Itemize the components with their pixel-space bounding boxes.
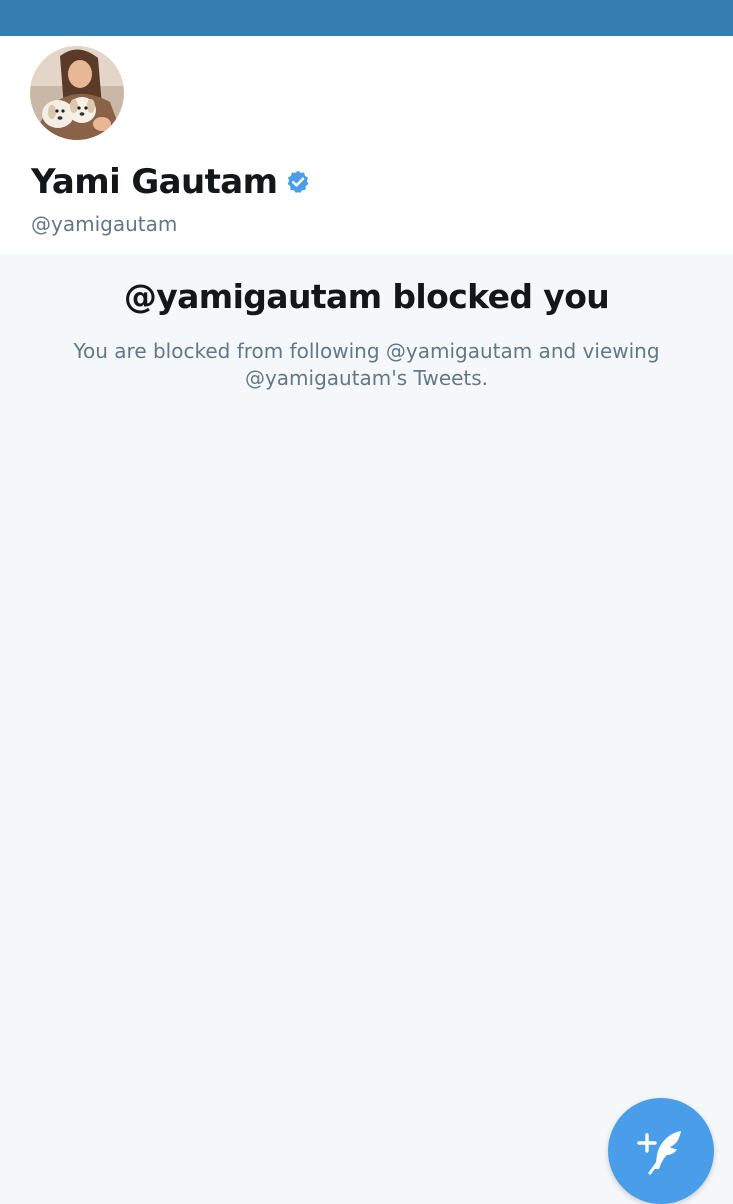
display-name-row: Yami Gautam: [31, 160, 311, 204]
display-name: Yami Gautam: [31, 162, 278, 202]
profile-banner: [0, 0, 733, 36]
profile-handle: @yamigautam: [31, 212, 178, 236]
avatar-image: [30, 46, 124, 140]
blocked-notice: @yamigautam blocked you You are blocked …: [0, 254, 733, 1200]
verified-badge-icon: [288, 170, 309, 194]
profile-header: Yami Gautam @yamigautam: [0, 36, 733, 254]
avatar[interactable]: [26, 42, 128, 144]
blocked-title: @yamigautam blocked you: [123, 277, 610, 316]
compose-tweet-button[interactable]: [608, 1098, 714, 1204]
blocked-message: You are blocked from following @yamigaut…: [73, 339, 660, 390]
compose-tweet-icon: [637, 1131, 681, 1175]
